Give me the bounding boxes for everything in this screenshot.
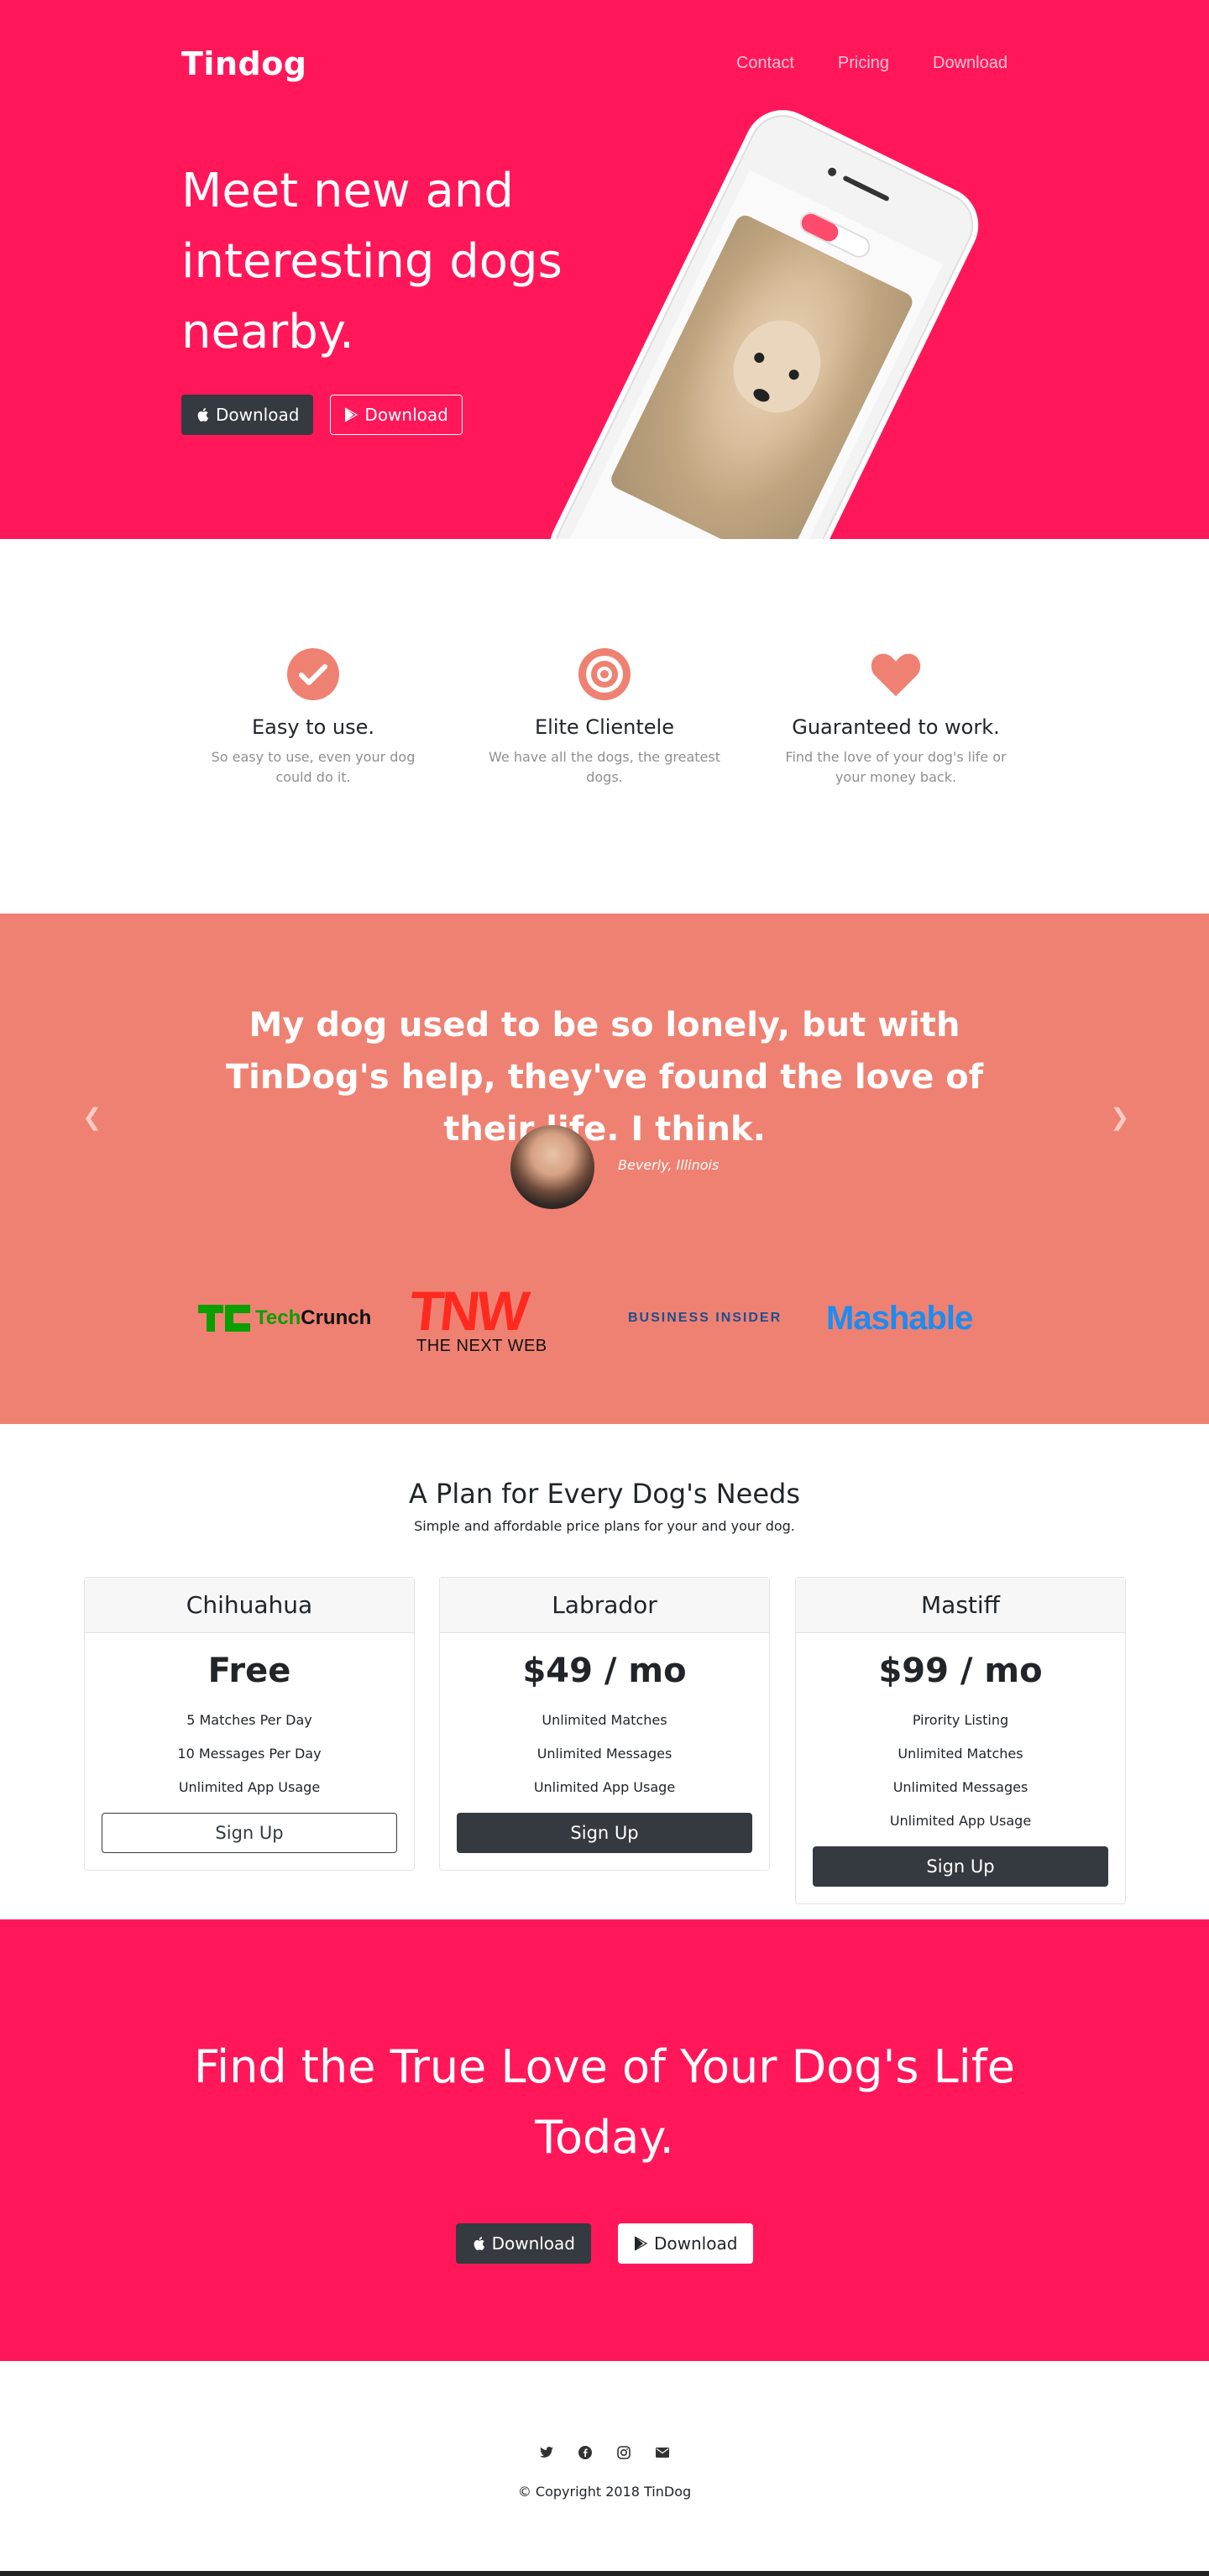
mashable-text: Mashable xyxy=(826,1299,973,1337)
pricing-subtitle: Simple and affordable price plans for yo… xyxy=(414,1518,795,1534)
navbar: Contact Pricing Download xyxy=(736,54,1008,73)
plan-feature: Unlimited Messages xyxy=(536,1746,673,1762)
plan-feature: Unlimited Matches xyxy=(898,1746,1023,1762)
pricing-section: A Plan for Every Dog's Needs Simple and … xyxy=(0,1424,1209,1919)
cta-section: Find the True Love of Your Dog's Life To… xyxy=(0,1919,1209,2361)
features-section: Easy to use. So easy to use, even your d… xyxy=(0,539,1209,914)
footer: © Copyright 2018 TinDog xyxy=(0,2361,1209,2576)
plan-feature: 5 Matches Per Day xyxy=(186,1712,312,1728)
plan-price: Free xyxy=(207,1652,291,1690)
plan-name: Chihuahua xyxy=(85,1578,414,1633)
bullseye-icon xyxy=(578,648,631,700)
pricing-title: A Plan for Every Dog's Needs xyxy=(408,1478,801,1510)
apple-download-button[interactable]: Download xyxy=(455,2223,591,2264)
heart-icon xyxy=(870,648,922,700)
feature-title: Elite Clientele xyxy=(535,715,674,739)
check-circle-icon xyxy=(287,648,339,700)
google-play-icon xyxy=(634,2236,647,2251)
phone-screen xyxy=(565,170,944,539)
plan-price: $49 / mo xyxy=(522,1652,687,1690)
carousel-next-icon[interactable]: ❯ xyxy=(1110,1103,1129,1131)
sign-up-button[interactable]: Sign Up xyxy=(813,1846,1108,1887)
facebook-icon[interactable] xyxy=(578,2445,593,2460)
business-insider-logo: BUSINESS INSIDER xyxy=(628,1285,782,1352)
twitter-icon[interactable] xyxy=(539,2445,554,2460)
pricing-card-chihuahua: Chihuahua Free 5 Matches Per Day 10 Mess… xyxy=(84,1577,415,1871)
techcrunch-tech: Tech xyxy=(255,1306,301,1329)
techcrunch-mark-icon xyxy=(198,1305,250,1332)
hero-download-buttons: Download Download xyxy=(181,395,463,435)
feature-title: Easy to use. xyxy=(251,715,375,739)
feature-guaranteed: Guaranteed to work. Find the love of you… xyxy=(774,648,1018,788)
feature-text: Find the love of your dog's life or your… xyxy=(785,749,1007,785)
nav-link-contact[interactable]: Contact xyxy=(736,54,794,73)
testimonial-cite: Beverly, Illinois xyxy=(618,1157,720,1173)
google-download-label: Download xyxy=(654,2233,738,2254)
tnw-letters: TNW xyxy=(406,1280,530,1342)
testimonial-quote: My dog used to be so lonely, but with Ti… xyxy=(225,1006,984,1149)
feature-title: Guaranteed to work. xyxy=(792,715,1000,739)
nav-link-download[interactable]: Download xyxy=(933,54,1008,73)
techcrunch-logo: TechCrunch xyxy=(198,1285,371,1352)
social-links xyxy=(0,2445,1209,2460)
phone-camera xyxy=(826,166,838,178)
apple-download-label: Download xyxy=(491,2233,575,2254)
pricing-card-labrador: Labrador $49 / mo Unlimited Matches Unli… xyxy=(439,1577,770,1871)
testimonials-section: ❮ ❯ My dog used to be so lonely, but wit… xyxy=(0,914,1209,1424)
carousel-prev-icon[interactable]: ❮ xyxy=(82,1103,102,1131)
envelope-icon[interactable] xyxy=(655,2445,670,2460)
plan-feature: Unlimited App Usage xyxy=(889,1813,1032,1829)
testimonial-avatar xyxy=(510,1125,594,1209)
feature-text: We have all the dogs, the greatest dogs. xyxy=(489,749,720,785)
mashable-logo: Mashable xyxy=(826,1285,973,1352)
pricing-card-mastiff: Mastiff $99 / mo Pirority Listing Unlimi… xyxy=(795,1577,1126,1904)
plan-feature: 10 Messages Per Day xyxy=(177,1746,322,1762)
sign-up-button[interactable]: Sign Up xyxy=(102,1813,397,1853)
apple-download-label: Download xyxy=(216,405,300,425)
instagram-icon[interactable] xyxy=(616,2445,631,2460)
tnw-logo: TNW THE NEXT WEB xyxy=(406,1280,547,1355)
plan-name: Labrador xyxy=(440,1578,769,1633)
navbar-brand[interactable]: Tindog xyxy=(181,45,307,82)
plan-price: $99 / mo xyxy=(878,1652,1043,1690)
plan-feature: Pirority Listing xyxy=(912,1712,1009,1728)
apple-icon xyxy=(197,408,208,421)
google-play-download-button[interactable]: Download xyxy=(618,2223,754,2264)
google-download-label: Download xyxy=(364,405,448,425)
cta-download-buttons: Download Download xyxy=(0,2223,1209,2264)
techcrunch-crunch: Crunch xyxy=(301,1306,372,1329)
apple-icon xyxy=(474,2237,484,2250)
business-insider-text: BUSINESS INSIDER xyxy=(628,1311,782,1325)
feature-text: So easy to use, even your dog could do i… xyxy=(211,749,416,785)
sign-up-button[interactable]: Sign Up xyxy=(457,1813,752,1853)
plan-feature: Unlimited Matches xyxy=(542,1712,667,1728)
phone-speaker xyxy=(842,175,890,202)
hero-heading: Meet new and interesting dogs nearby. xyxy=(181,164,563,359)
plan-feature: Unlimited App Usage xyxy=(178,1779,321,1795)
dog-photo xyxy=(608,212,916,539)
google-play-icon xyxy=(345,407,359,422)
copyright-text: © Copyright 2018 TinDog xyxy=(517,2484,692,2500)
nav-link-pricing[interactable]: Pricing xyxy=(838,54,889,73)
cta-heading: Find the True Love of Your Dog's Life To… xyxy=(194,2040,1015,2164)
title-section: Tindog Contact Pricing Download Meet new… xyxy=(0,0,1209,539)
plan-feature: Unlimited Messages xyxy=(892,1779,1028,1795)
feature-easy: Easy to use. So easy to use, even your d… xyxy=(191,648,435,788)
apple-download-button[interactable]: Download xyxy=(181,395,314,435)
plan-name: Mastiff xyxy=(796,1578,1125,1633)
feature-elite: Elite Clientele We have all the dogs, th… xyxy=(483,648,726,788)
google-play-download-button[interactable]: Download xyxy=(330,395,463,435)
plan-feature: Unlimited App Usage xyxy=(533,1779,676,1795)
